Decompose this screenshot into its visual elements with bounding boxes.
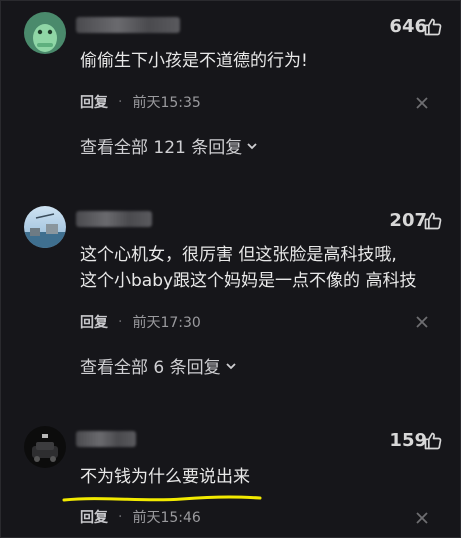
separator-dot: ·	[118, 509, 123, 525]
comment-line: 不为钱为什么要说出来	[80, 467, 250, 487]
reply-button[interactable]: 回复	[80, 507, 108, 527]
view-all-label: 查看全部 121 条回复	[80, 138, 243, 158]
timestamp: 前天15:46	[132, 510, 201, 526]
comment-text: 这个心机女，很厉害 但这张脸是高科技哦, 这个小baby跟这个妈妈是一点不像的 …	[80, 242, 416, 294]
comment-line: 偷偷生下小孩是不道德的行为!	[80, 51, 308, 71]
avatar[interactable]	[24, 206, 66, 248]
avatar[interactable]	[24, 12, 66, 54]
username-blurred[interactable]	[76, 17, 180, 33]
comment-meta: 回复 · 前天15:46	[80, 507, 201, 527]
comment-meta: 回复 · 前天17:30	[80, 312, 201, 332]
reply-button[interactable]: 回复	[80, 312, 108, 332]
comment-line: 这个小baby跟这个妈妈是一点不像的 高科技	[80, 271, 417, 291]
view-all-label: 查看全部 6 条回复	[80, 358, 221, 378]
avatar[interactable]	[24, 426, 66, 468]
thumbs-up-icon[interactable]	[423, 17, 443, 37]
comment-meta: 回复 · 前天15:35	[80, 92, 201, 112]
close-icon[interactable]	[415, 315, 429, 329]
highlight-underline	[62, 495, 262, 502]
separator-dot: ·	[118, 94, 123, 110]
close-icon[interactable]	[415, 511, 429, 525]
like-count: 159	[389, 430, 427, 451]
view-all-replies-link[interactable]: 查看全部 6 条回复	[80, 353, 238, 378]
reply-button[interactable]: 回复	[80, 92, 108, 112]
comment-text: 偷偷生下小孩是不道德的行为!	[80, 48, 308, 74]
comment-text: 不为钱为什么要说出来	[80, 464, 250, 490]
timestamp: 前天15:35	[132, 95, 201, 111]
username-blurred[interactable]	[76, 211, 152, 227]
separator-dot: ·	[118, 314, 123, 330]
close-icon[interactable]	[415, 96, 429, 110]
thumbs-up-icon[interactable]	[423, 431, 443, 451]
thumbs-up-icon[interactable]	[423, 211, 443, 231]
comment-line: 这个心机女，很厉害 但这张脸是高科技哦,	[80, 245, 397, 265]
username-blurred[interactable]	[76, 431, 136, 447]
like-count: 207	[389, 210, 427, 231]
view-all-replies-link[interactable]: 查看全部 121 条回复	[80, 133, 259, 158]
chevron-down-icon	[247, 142, 257, 149]
chevron-down-icon	[225, 362, 236, 369]
like-count: 646	[389, 16, 427, 37]
timestamp: 前天17:30	[132, 315, 201, 331]
